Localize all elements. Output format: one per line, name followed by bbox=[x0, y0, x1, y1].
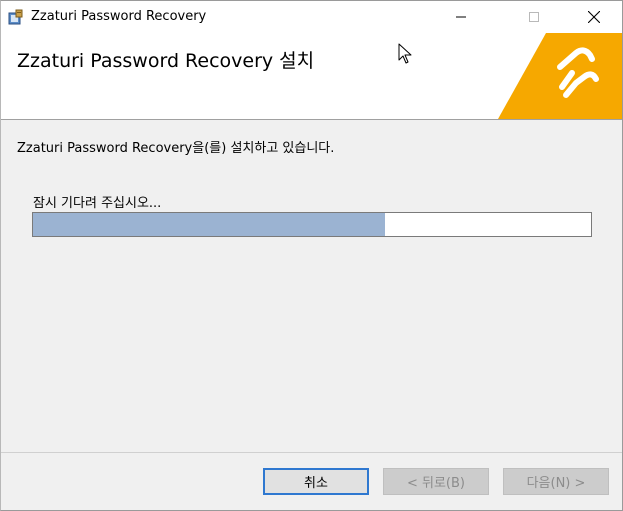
wait-message: 잠시 기다려 주십시오... bbox=[33, 196, 162, 211]
minimize-icon bbox=[456, 16, 466, 17]
maximize-icon bbox=[529, 11, 539, 22]
window-title: Zzaturi Password Recovery bbox=[31, 9, 207, 24]
close-icon bbox=[588, 10, 600, 23]
minimize-button[interactable] bbox=[438, 1, 484, 32]
content-area: Zzaturi Password Recovery을(를) 설치하고 있습니다.… bbox=[1, 120, 622, 450]
maximize-button[interactable] bbox=[511, 1, 557, 32]
status-text: Zzaturi Password Recovery을(를) 설치하고 있습니다. bbox=[17, 141, 335, 156]
header-banner: Zzaturi Password Recovery 설치 bbox=[1, 33, 622, 120]
footer-divider bbox=[1, 452, 622, 453]
brand-logo-icon bbox=[498, 33, 622, 119]
installer-icon bbox=[8, 9, 24, 25]
install-progress-bar bbox=[32, 212, 592, 237]
next-button[interactable]: 다음(N) > bbox=[503, 468, 609, 495]
page-title: Zzaturi Password Recovery 설치 bbox=[17, 50, 315, 72]
installer-window: Zzaturi Password Recovery Zzaturi Passwo… bbox=[0, 0, 623, 511]
progress-fill bbox=[33, 213, 385, 236]
back-button[interactable]: < 뒤로(B) bbox=[383, 468, 489, 495]
cancel-button[interactable]: 취소 bbox=[263, 468, 369, 495]
mouse-cursor-icon bbox=[398, 43, 412, 64]
close-button[interactable] bbox=[571, 1, 617, 32]
title-bar[interactable]: Zzaturi Password Recovery bbox=[1, 1, 622, 33]
